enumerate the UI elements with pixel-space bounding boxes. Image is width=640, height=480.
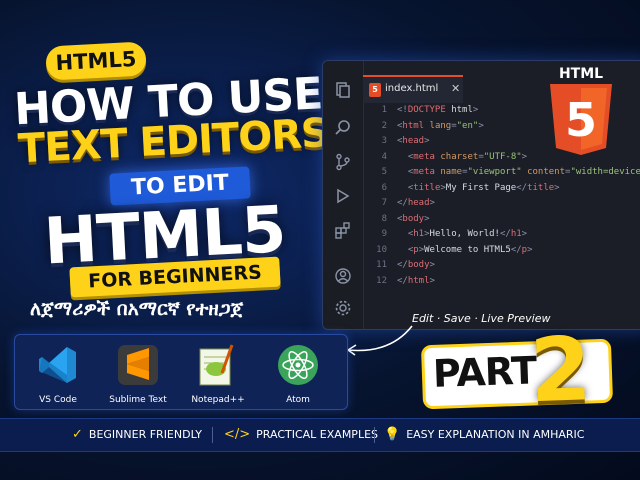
code-line[interactable]: 7 </head> bbox=[367, 196, 640, 212]
line-number: 8 bbox=[381, 213, 387, 224]
html5-logo: HTML 5 bbox=[550, 66, 612, 155]
activity-bar bbox=[323, 61, 364, 329]
tool-notepadpp[interactable]: Notepad++ bbox=[183, 343, 253, 405]
code-line[interactable]: 6 <title>My First Page</title> bbox=[367, 181, 640, 197]
line-number: 9 bbox=[381, 229, 387, 239]
html-file-icon: 5 bbox=[369, 83, 381, 97]
feature-label: BEGINNER FRIENDLY bbox=[88, 428, 202, 441]
atom-icon bbox=[278, 345, 318, 385]
line-number: 1 bbox=[381, 105, 387, 115]
line-number: 4 bbox=[381, 151, 387, 162]
close-icon[interactable]: ✕ bbox=[451, 82, 460, 95]
tab-label: index.html bbox=[385, 83, 439, 94]
extensions-icon[interactable] bbox=[333, 221, 353, 241]
line-number: 5 bbox=[381, 167, 387, 177]
feature-easy-explanation: 💡 EASY EXPLANATION IN AMHARIC bbox=[384, 427, 584, 442]
code-text: <title>My First Page</title> bbox=[407, 182, 560, 193]
html5-badge: HTML5 bbox=[45, 41, 147, 81]
lightbulb-icon: 💡 bbox=[384, 427, 401, 442]
code-icon: </> bbox=[224, 427, 251, 442]
vscode-icon bbox=[39, 347, 76, 383]
logo-numeral: 5 bbox=[565, 93, 597, 147]
sublime-text-icon bbox=[118, 345, 158, 385]
code-text: <h1>Hello, World!</h1> bbox=[407, 229, 528, 239]
code-text: </body> bbox=[397, 260, 435, 270]
divider bbox=[374, 427, 375, 443]
code-text: <!DOCTYPE html> bbox=[397, 105, 479, 115]
code-text: <p>Welcome to HTML5</p> bbox=[407, 244, 533, 255]
line-number: 7 bbox=[381, 198, 387, 208]
code-text: <html lang="en"> bbox=[397, 120, 484, 131]
tool-label: Notepad++ bbox=[191, 395, 245, 405]
feature-label: PRACTICAL EXAMPLES bbox=[256, 428, 379, 441]
check-icon: ✓ bbox=[72, 427, 83, 442]
logo-html-text: HTML bbox=[559, 66, 603, 82]
part-number: 2 bbox=[528, 317, 593, 423]
curved-arrow-icon bbox=[347, 325, 413, 356]
tool-atom[interactable]: Atom bbox=[263, 343, 333, 405]
feature-practical-examples: </> PRACTICAL EXAMPLES bbox=[224, 427, 378, 442]
code-line[interactable]: 12 </html> bbox=[367, 274, 640, 290]
tab-index-html[interactable]: 5 index.html ✕ bbox=[363, 75, 463, 103]
line-number: 12 bbox=[376, 275, 387, 286]
code-line[interactable]: 11 </body> bbox=[367, 258, 640, 274]
code-line[interactable]: 8 <body> bbox=[367, 212, 640, 228]
code-line[interactable]: 10 <p>Welcome to HTML5</p> bbox=[367, 243, 640, 259]
code-text: </head> bbox=[397, 198, 435, 208]
feature-strip: ✓ BEGINNER FRIENDLY </> PRACTICAL EXAMPLES… bbox=[0, 418, 640, 452]
notepadpp-icon bbox=[199, 344, 234, 386]
code-line[interactable]: 5 <meta name="viewport" content="width=d… bbox=[367, 165, 640, 181]
code-line[interactable]: 9 <h1>Hello, World!</h1> bbox=[367, 227, 640, 243]
code-text: <head> bbox=[397, 136, 430, 146]
run-debug-icon[interactable] bbox=[333, 187, 353, 207]
search-icon[interactable] bbox=[333, 119, 353, 139]
files-icon[interactable] bbox=[333, 81, 353, 101]
feature-beginner-friendly: ✓ BEGINNER FRIENDLY bbox=[72, 427, 202, 442]
tool-vscode[interactable]: VS Code bbox=[23, 343, 93, 405]
tool-label: Atom bbox=[286, 395, 310, 405]
tool-sublime[interactable]: Sublime Text bbox=[103, 343, 173, 405]
amharic-subtitle: ለጀማሪዎች በአማርኛ የተዘጋጀ bbox=[30, 298, 244, 320]
line-number: 10 bbox=[376, 244, 387, 255]
feature-label: EASY EXPLANATION IN AMHARIC bbox=[406, 428, 585, 441]
part-label: PART bbox=[432, 348, 537, 396]
tool-label: Sublime Text bbox=[109, 395, 167, 405]
code-text: <body> bbox=[397, 213, 430, 224]
line-number: 6 bbox=[381, 182, 387, 193]
code-text: </html> bbox=[397, 275, 435, 286]
line-number: 2 bbox=[381, 120, 387, 131]
editor-tools-panel: VS Code Sublime Text Notepad++ Atom bbox=[14, 334, 348, 410]
line-number: 3 bbox=[381, 136, 387, 146]
divider bbox=[212, 427, 213, 443]
tool-label: VS Code bbox=[39, 395, 77, 405]
account-icon[interactable] bbox=[333, 267, 353, 287]
source-control-icon[interactable] bbox=[333, 153, 353, 173]
line-number: 11 bbox=[376, 260, 387, 270]
settings-gear-icon[interactable] bbox=[333, 299, 353, 319]
code-text: <meta charset="UTF-8"> bbox=[407, 151, 528, 162]
code-text: <meta name="viewport" content="width=dev… bbox=[407, 167, 640, 177]
